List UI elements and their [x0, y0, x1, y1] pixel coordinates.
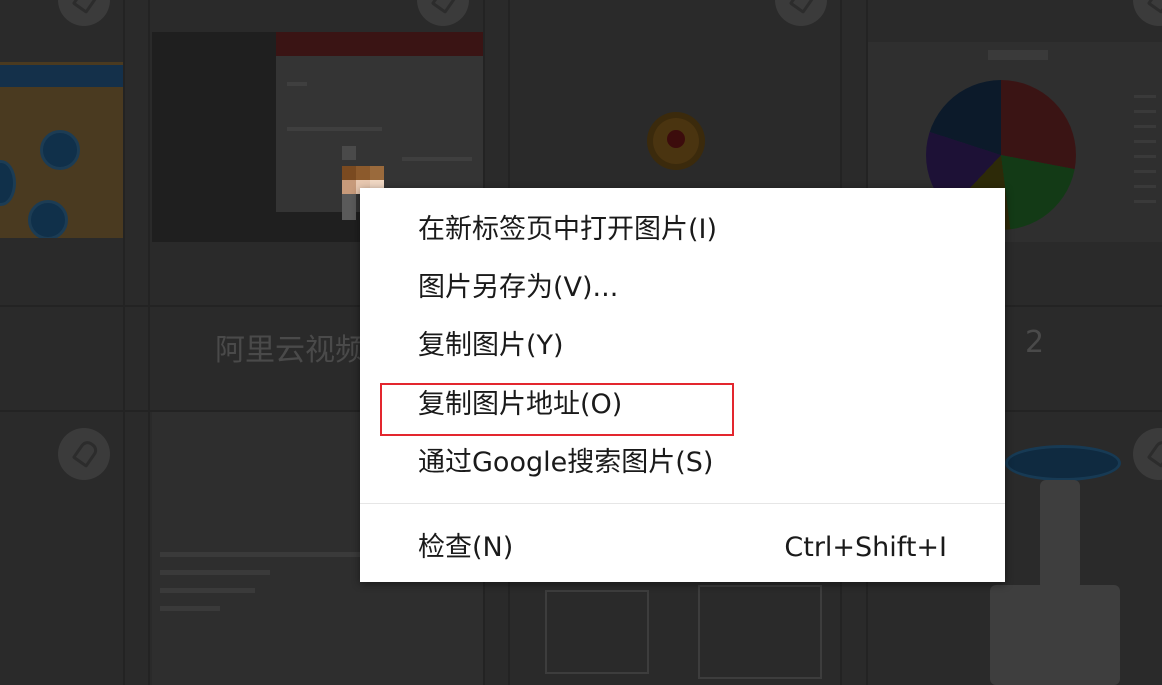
avatar-pixel — [342, 180, 356, 194]
document-text-line — [402, 157, 472, 161]
code-line — [160, 606, 220, 611]
menu-item-inspect[interactable]: 检查(N) Ctrl+Shift+I — [360, 520, 1005, 576]
gallery-divider — [123, 0, 125, 685]
menu-separator — [360, 503, 1005, 504]
pie-legend-line — [1134, 170, 1156, 173]
menu-shortcut-text: Ctrl+Shift+I — [784, 532, 947, 563]
code-line — [160, 588, 255, 593]
favorite-badge-icon[interactable] — [1133, 0, 1162, 26]
avatar-pixel — [342, 146, 356, 160]
valve-handwheel — [1005, 445, 1121, 481]
menu-item-search-image-google[interactable]: 通过Google搜索图片(S) — [360, 435, 1005, 491]
code-line — [160, 570, 270, 575]
document-text-line — [287, 127, 382, 131]
map-header — [0, 65, 123, 87]
valve-body — [990, 585, 1120, 685]
document-header — [276, 32, 483, 56]
favorite-badge-icon[interactable] — [775, 0, 827, 26]
favorite-badge-icon[interactable] — [417, 0, 469, 26]
gallery-divider — [148, 0, 150, 685]
avatar-pixel — [370, 166, 384, 180]
gallery-card-title[interactable]: 2 — [1025, 325, 1044, 360]
map-marker — [40, 130, 80, 170]
menu-item-label: 复制图片(Y) — [418, 330, 564, 361]
pie-legend-line — [1134, 140, 1156, 143]
menu-item-open-image-new-tab[interactable]: 在新标签页中打开图片(I) — [360, 202, 1005, 258]
valve-stem — [1040, 480, 1080, 590]
menu-item-label: 在新标签页中打开图片(I) — [418, 214, 718, 245]
avatar-pixel — [356, 166, 370, 180]
avatar-pixel — [342, 194, 356, 220]
highlight-annotation-box — [380, 383, 734, 436]
avatar-pixel — [342, 166, 356, 180]
menu-item-copy-image[interactable]: 复制图片(Y) — [360, 318, 1005, 374]
map-thumbnail[interactable] — [0, 62, 123, 238]
gallery-thumbnail[interactable] — [0, 560, 123, 600]
technical-drawing-thumbnail[interactable] — [698, 585, 822, 679]
pie-legend-line — [1134, 110, 1156, 113]
menu-item-label: 检查(N) — [418, 532, 514, 563]
map-marker — [0, 160, 16, 206]
menu-item-save-image-as[interactable]: 图片另存为(V)... — [360, 260, 1005, 316]
emblem-thumbnail[interactable] — [653, 118, 699, 164]
pie-legend-line — [1134, 95, 1156, 98]
favorite-badge-icon[interactable] — [58, 428, 110, 480]
gallery-card-title[interactable]: 阿里云视频 — [215, 325, 365, 369]
menu-item-label: 图片另存为(V)... — [418, 272, 619, 303]
pie-legend-line — [1134, 200, 1156, 203]
code-line — [160, 552, 360, 557]
menu-item-label: 通过Google搜索图片(S) — [418, 447, 714, 478]
pie-legend-line — [1134, 125, 1156, 128]
pie-legend-line — [1134, 155, 1156, 158]
map-marker — [28, 200, 68, 238]
technical-drawing-thumbnail[interactable] — [545, 590, 649, 674]
pie-legend-line — [1134, 185, 1156, 188]
document-text-line — [287, 82, 307, 86]
favorite-badge-icon[interactable] — [1133, 428, 1162, 480]
pie-chart-title — [988, 50, 1048, 60]
favorite-badge-icon[interactable] — [58, 0, 110, 26]
